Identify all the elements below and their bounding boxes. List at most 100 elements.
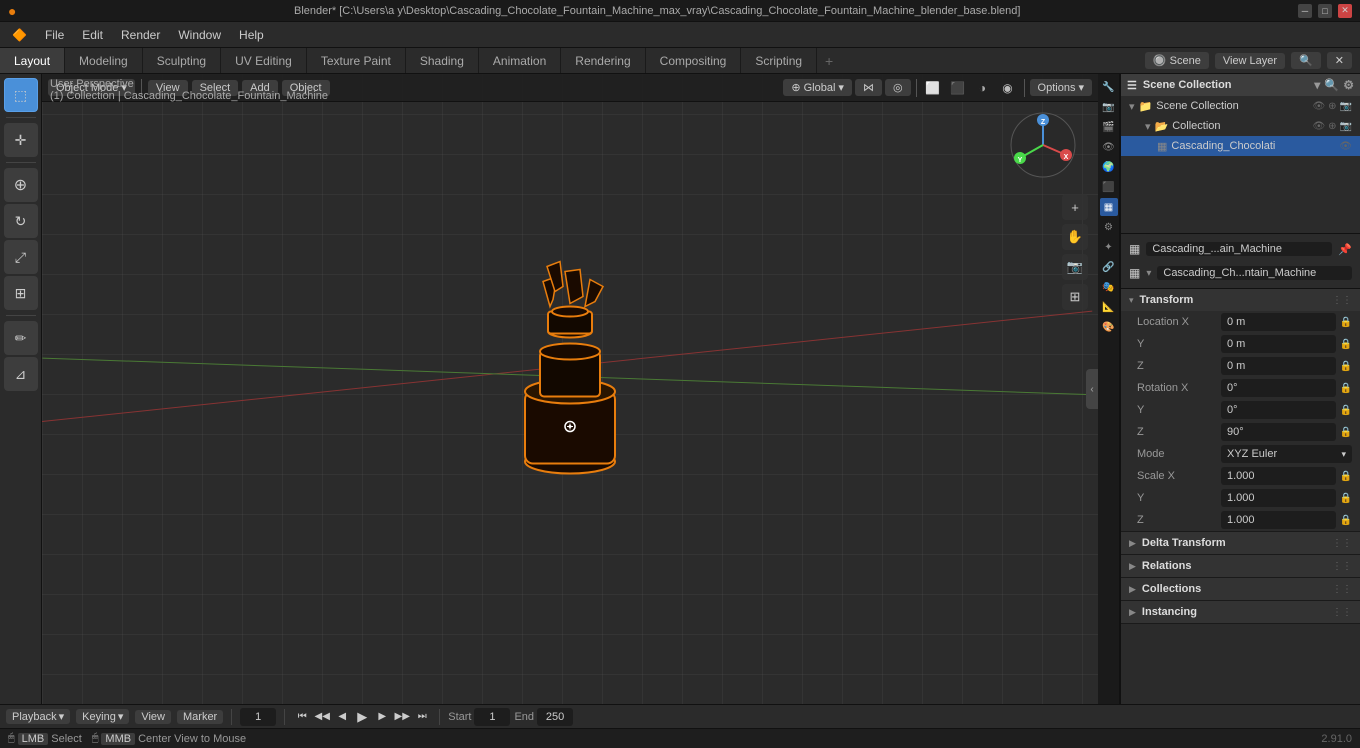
transform-header[interactable]: ▾ Transform ⋮⋮ bbox=[1121, 289, 1360, 311]
visibility-eye-icon-2[interactable]: 👁 bbox=[1312, 121, 1325, 132]
camera-button[interactable]: 📷 bbox=[1062, 254, 1088, 280]
viewlayer-props-icon[interactable]: 👁 bbox=[1100, 138, 1118, 156]
tab-texture-paint[interactable]: Texture Paint bbox=[307, 48, 406, 73]
annotate-tool[interactable]: ✏ bbox=[4, 321, 38, 355]
scale-x-value[interactable]: 1.000 bbox=[1221, 467, 1336, 485]
relations-expand-icon[interactable]: ⋮⋮ bbox=[1332, 561, 1352, 572]
playback-menu[interactable]: Playback ▾ bbox=[6, 709, 70, 724]
rotation-x-value[interactable]: 0° bbox=[1221, 379, 1336, 397]
next-frame-button[interactable]: ▶ bbox=[373, 708, 391, 726]
tab-uv-editing[interactable]: UV Editing bbox=[221, 48, 307, 73]
outliner-search-icon[interactable]: 🔍 bbox=[1324, 78, 1339, 92]
object-mode-dropdown[interactable]: Object Mode ▾ bbox=[48, 79, 135, 96]
tab-sculpting[interactable]: Sculpting bbox=[143, 48, 221, 73]
proportional-edit-button[interactable]: ◎ bbox=[885, 79, 911, 96]
scale-y-lock[interactable]: 🔒 bbox=[1340, 493, 1352, 504]
tab-animation[interactable]: Animation bbox=[479, 48, 561, 73]
snap-button[interactable]: ⋈ bbox=[855, 79, 882, 96]
physics-props-icon[interactable]: 🔗 bbox=[1100, 258, 1118, 276]
tab-rendering[interactable]: Rendering bbox=[561, 48, 645, 73]
zoom-in-button[interactable]: + bbox=[1062, 194, 1088, 220]
transform-tool[interactable]: ⊞ bbox=[4, 276, 38, 310]
rotation-z-lock[interactable]: 🔒 bbox=[1340, 427, 1352, 438]
select-menu[interactable]: Select bbox=[192, 80, 239, 96]
rotation-x-lock[interactable]: 🔒 bbox=[1340, 383, 1352, 394]
keying-menu[interactable]: Keying ▾ bbox=[76, 709, 129, 724]
output-props-icon[interactable]: 🎬 bbox=[1100, 118, 1118, 136]
viewport-shading-wireframe[interactable]: ⬜ bbox=[922, 77, 944, 99]
location-x-value[interactable]: 0 m bbox=[1221, 313, 1336, 331]
pin-icon[interactable]: 📌 bbox=[1338, 243, 1352, 256]
object-data-name[interactable]: Cascading_Ch...ntain_Machine bbox=[1157, 266, 1352, 280]
viewport-shading-solid[interactable]: ⬛ bbox=[947, 77, 969, 99]
menu-window[interactable]: Window bbox=[170, 26, 229, 44]
measure-tool[interactable]: ⊿ bbox=[4, 357, 38, 391]
object-name-display[interactable]: Cascading_...ain_Machine bbox=[1146, 242, 1332, 256]
location-y-lock[interactable]: 🔒 bbox=[1340, 339, 1352, 350]
instancing-expand-icon[interactable]: ⋮⋮ bbox=[1332, 607, 1352, 618]
scene-selector[interactable]: 🔘 Scene bbox=[1145, 52, 1209, 69]
selectability-icon-2[interactable]: ⊕ bbox=[1328, 121, 1336, 132]
viewport[interactable]: Object Mode ▾ View Select Add Object ⊕ G… bbox=[42, 74, 1098, 704]
cursor-tool[interactable]: ✛ bbox=[4, 123, 38, 157]
transform-expand-icon[interactable]: ⋮⋮ bbox=[1332, 295, 1352, 306]
location-z-value[interactable]: 0 m bbox=[1221, 357, 1336, 375]
transform-space-dropdown[interactable]: ⊕ Global ▾ bbox=[783, 79, 852, 96]
menu-help[interactable]: Help bbox=[231, 26, 272, 44]
grid-button[interactable]: ⊞ bbox=[1062, 284, 1088, 310]
location-x-lock[interactable]: 🔒 bbox=[1340, 317, 1352, 328]
rotation-mode-value[interactable]: XYZ Euler ▾ bbox=[1221, 445, 1352, 463]
world-props-icon[interactable]: ⬛ bbox=[1100, 178, 1118, 196]
render-visibility-icon-2[interactable]: 📷 bbox=[1340, 121, 1352, 132]
maximize-button[interactable]: □ bbox=[1318, 4, 1332, 18]
scale-tool[interactable]: ⤢ bbox=[4, 240, 38, 274]
start-frame-value[interactable]: 1 bbox=[474, 708, 510, 726]
search-button[interactable]: 🔍 bbox=[1291, 52, 1321, 69]
close-button[interactable]: ✕ bbox=[1338, 4, 1352, 18]
close-editor-button[interactable]: ✕ bbox=[1327, 52, 1352, 69]
prev-frame-button[interactable]: ◀ bbox=[333, 708, 351, 726]
tab-shading[interactable]: Shading bbox=[406, 48, 479, 73]
visibility-eye-icon[interactable]: 👁 bbox=[1312, 101, 1325, 112]
view-layer-selector[interactable]: View Layer bbox=[1215, 53, 1285, 69]
sidebar-collapse-button[interactable]: ‹ bbox=[1086, 369, 1098, 409]
material-props-icon[interactable]: 🎨 bbox=[1100, 318, 1118, 336]
scene-props-icon2[interactable]: 🌍 bbox=[1100, 158, 1118, 176]
scale-y-value[interactable]: 1.000 bbox=[1221, 489, 1336, 507]
viewport-shading-material[interactable]: ◑ bbox=[972, 77, 994, 99]
modifier-props-icon[interactable]: ⚙ bbox=[1100, 218, 1118, 236]
minimize-button[interactable]: ─ bbox=[1298, 4, 1312, 18]
prev-keyframe-button[interactable]: ◀◀ bbox=[313, 708, 331, 726]
delta-expand-icon[interactable]: ⋮⋮ bbox=[1332, 538, 1352, 549]
jump-start-button[interactable]: ⏮ bbox=[293, 708, 311, 726]
outliner-cascading-chocolate[interactable]: ▦ Cascading_Chocolati 👁 bbox=[1121, 136, 1360, 156]
tab-modeling[interactable]: Modeling bbox=[65, 48, 143, 73]
view-menu-timeline[interactable]: View bbox=[135, 710, 171, 724]
outliner-settings-icon[interactable]: ⚙ bbox=[1343, 78, 1354, 92]
tab-scripting[interactable]: Scripting bbox=[741, 48, 817, 73]
options-menu[interactable]: Options ▾ bbox=[1030, 79, 1092, 96]
add-menu[interactable]: Add bbox=[242, 80, 278, 96]
play-button[interactable]: ▶ bbox=[353, 708, 371, 726]
view-menu[interactable]: View bbox=[148, 80, 188, 96]
select-box-tool[interactable]: ⬚ bbox=[4, 78, 38, 112]
marker-menu[interactable]: Marker bbox=[177, 710, 223, 724]
scale-z-value[interactable]: 1.000 bbox=[1221, 511, 1336, 529]
selectability-icon[interactable]: ⊕ bbox=[1328, 101, 1336, 112]
current-frame-display[interactable]: 1 bbox=[240, 708, 276, 726]
next-keyframe-button[interactable]: ▶▶ bbox=[393, 708, 411, 726]
jump-end-button[interactable]: ⏭ bbox=[413, 708, 431, 726]
menu-file[interactable]: File bbox=[37, 26, 72, 44]
location-y-value[interactable]: 0 m bbox=[1221, 335, 1336, 353]
outliner-filter-icon[interactable]: ▾ bbox=[1314, 78, 1320, 92]
particles-props-icon[interactable]: ✦ bbox=[1100, 238, 1118, 256]
delta-transform-header[interactable]: ▶ Delta Transform ⋮⋮ bbox=[1121, 532, 1360, 554]
tab-add-button[interactable]: + bbox=[817, 48, 841, 73]
object-props-icon[interactable]: ▦ bbox=[1100, 198, 1118, 216]
outliner-scene-collection[interactable]: ▾ 📁 Scene Collection 👁 ⊕ 📷 bbox=[1121, 96, 1360, 116]
menu-edit[interactable]: Edit bbox=[74, 26, 111, 44]
move-tool[interactable]: ⊕ bbox=[4, 168, 38, 202]
viewport-shading-rendered[interactable]: ◉ bbox=[997, 77, 1019, 99]
render-visibility-icon[interactable]: 📷 bbox=[1340, 101, 1352, 112]
scene-props-icon[interactable]: 🔧 bbox=[1100, 78, 1118, 96]
